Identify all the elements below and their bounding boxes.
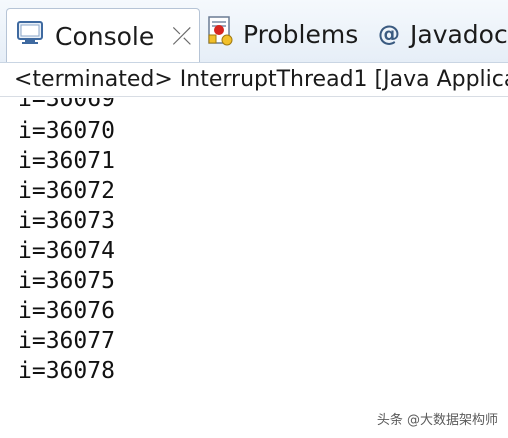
console-line: i=36070 [18, 118, 115, 144]
tab-console[interactable]: Console ⤫ [6, 8, 200, 62]
tab-javadoc[interactable]: @ Javadoc [378, 6, 508, 62]
tab-problems[interactable]: Problems [205, 6, 358, 62]
at-icon: @ [378, 21, 400, 47]
console-line: i=36075 [18, 268, 115, 294]
watermark-text: 头条 @大数据架构师 [376, 413, 498, 428]
console-line: i=36073 [18, 208, 115, 234]
console-line: i=36072 [18, 178, 115, 204]
watermark: 头条 @大数据架构师 [377, 409, 498, 428]
tab-console-label: Console [55, 21, 155, 51]
close-icon[interactable]: ⤫ [172, 24, 191, 48]
view-tab-bar: Console ⤫ Problems @ Javadoc [0, 0, 508, 63]
console-line: i=36078 [18, 358, 115, 384]
console-line: i=36069 [18, 98, 115, 112]
tab-problems-label: Problems [243, 19, 359, 49]
console-icon [17, 21, 43, 51]
console-line: i=36074 [18, 238, 115, 264]
console-output[interactable]: i=36069 i=36070 i=36071 i=36072 i=36073 … [0, 98, 508, 438]
console-line: i=36076 [18, 298, 115, 324]
problems-icon [205, 15, 235, 53]
tab-javadoc-label: Javadoc [410, 19, 508, 49]
console-line: i=36077 [18, 328, 115, 354]
console-status-line: <terminated> InterruptThread1 [Java Appl… [0, 63, 508, 97]
console-line: i=36071 [18, 148, 115, 174]
